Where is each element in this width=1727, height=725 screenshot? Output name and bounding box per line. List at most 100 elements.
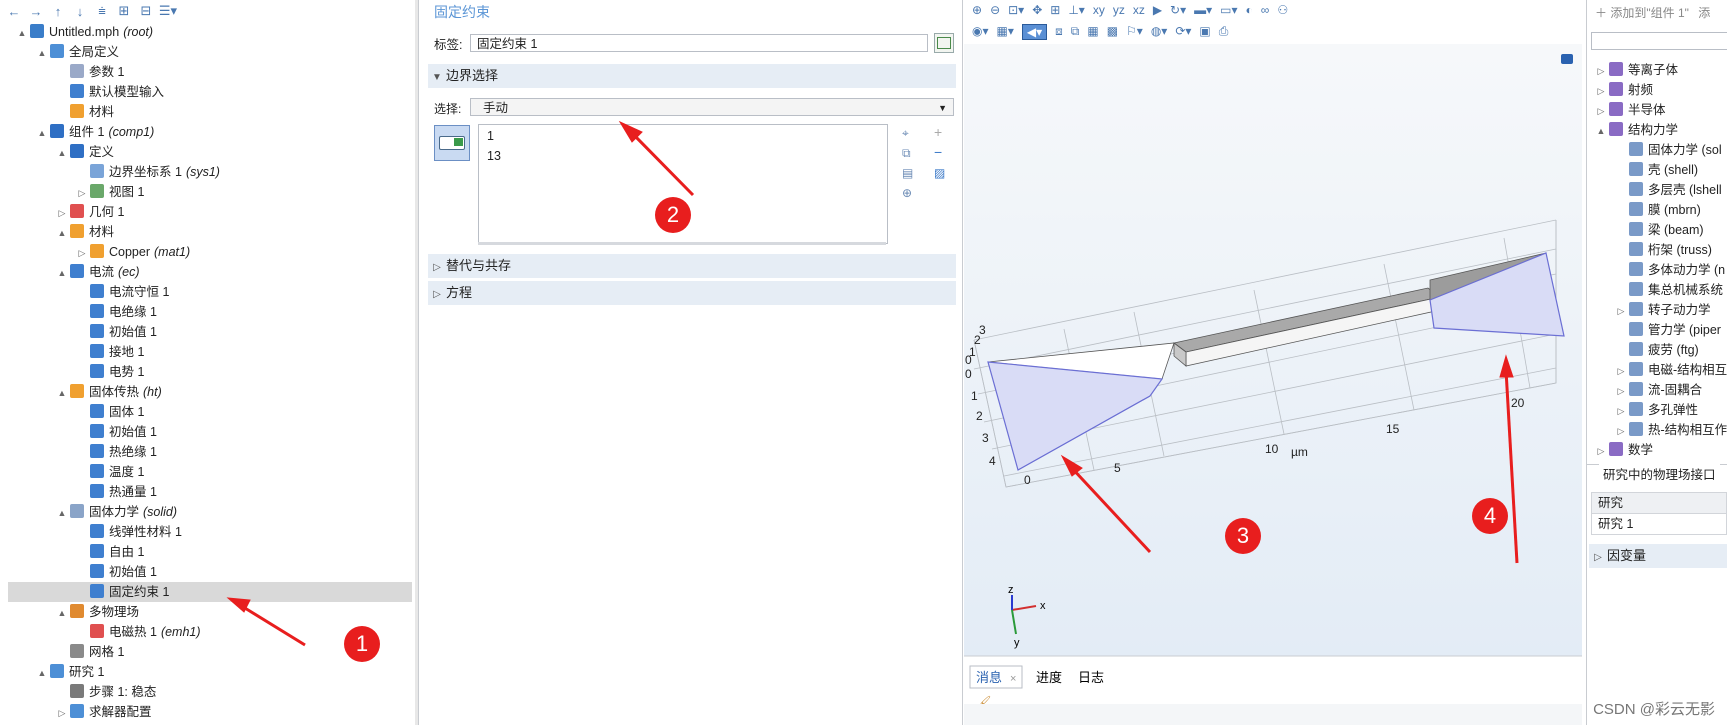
select-points-icon[interactable]: ⧉ xyxy=(1071,24,1080,40)
physics-item[interactable]: 壳 (shell) xyxy=(1615,160,1698,180)
tree-item[interactable]: 默认模型输入 xyxy=(0,82,412,102)
add-icon[interactable]: + xyxy=(934,124,942,140)
selection-list-scrollbar[interactable] xyxy=(478,242,886,245)
progress-tab[interactable]: 进度 xyxy=(1036,670,1062,685)
physics-item[interactable]: 管力学 (piper xyxy=(1615,320,1721,340)
physics-item[interactable]: ▷ 热-结构相互作 xyxy=(1615,420,1727,440)
select-edges-icon[interactable]: ⧈ xyxy=(1055,24,1063,40)
tree-item[interactable]: ▷ 视图 1 xyxy=(0,182,412,202)
override-section-header[interactable]: ▷ 替代与共存 xyxy=(428,254,956,278)
tree-item[interactable]: 电流守恒 1 xyxy=(0,282,412,302)
tree-item[interactable]: ▲ 组件 1 (comp1) xyxy=(0,122,412,142)
tree-item[interactable]: 线弹性材料 1 xyxy=(0,522,412,542)
tree-item[interactable]: 材料 xyxy=(0,102,412,122)
tree-item[interactable]: ▲ 全局定义 xyxy=(0,42,412,62)
physics-item[interactable]: ▷ 流-固耦合 xyxy=(1615,380,1702,400)
dependent-variables-header[interactable]: ▷ 因变量 xyxy=(1589,544,1727,568)
expand-arrow-icon[interactable]: ▷ xyxy=(1615,301,1627,321)
tree-scrollbar[interactable] xyxy=(415,0,418,725)
refresh-icon[interactable]: ⟳▾ xyxy=(1175,24,1191,40)
label-field[interactable]: 固定约束 1 xyxy=(470,34,928,52)
tree-item[interactable]: 步骤 1: 稳态 xyxy=(0,682,412,702)
physics-item[interactable]: ▷ 等离子体 xyxy=(1595,60,1678,80)
physics-item[interactable]: ▷ 数学 xyxy=(1595,440,1653,460)
expand-arrow-icon[interactable]: ▷ xyxy=(1615,381,1627,401)
select-icon[interactable]: ▭▾ xyxy=(1220,3,1237,17)
add-to-component-button[interactable]: ＋ 添加到"组件 1" 添 xyxy=(1595,4,1710,21)
back-arrow-icon[interactable]: ← xyxy=(6,3,22,19)
hide-icon[interactable]: ◉▾ xyxy=(972,24,989,40)
physics-item[interactable]: ▷ 半导体 xyxy=(1595,100,1666,120)
log-tab[interactable]: 日志 xyxy=(1078,670,1104,685)
move-up-icon[interactable]: ↑ xyxy=(50,3,66,19)
physics-item[interactable]: 梁 (beam) xyxy=(1615,220,1704,240)
view-xy-icon[interactable]: xy xyxy=(1093,3,1105,17)
physics-item[interactable]: ▷ 转子动力学 xyxy=(1615,300,1711,320)
selection-dropdown[interactable]: 手动 ▼ xyxy=(470,98,954,116)
select-box-icon[interactable]: ▩ xyxy=(1107,24,1118,40)
physics-item[interactable]: 桁架 (truss) xyxy=(1615,240,1712,260)
tree-item[interactable]: ▲ 定义 xyxy=(0,142,412,162)
select-all-icon[interactable]: ▦ xyxy=(1087,24,1098,40)
collapse-arrow-icon[interactable]: ▲ xyxy=(1595,121,1607,141)
collapse-arrow-icon[interactable]: ▲ xyxy=(56,383,68,403)
physics-item[interactable]: ▷ 射频 xyxy=(1595,80,1653,100)
expand-arrow-icon[interactable]: ▷ xyxy=(1595,61,1607,81)
close-icon[interactable]: × xyxy=(1010,673,1016,685)
paste-selection-icon[interactable]: ⌖ xyxy=(902,126,909,141)
view-xz-icon[interactable]: xz xyxy=(1133,3,1145,17)
expand-arrow-icon[interactable]: ▷ xyxy=(56,203,68,223)
collapse-arrow-icon[interactable]: ▲ xyxy=(16,23,28,43)
camera-view-icon[interactable]: ▶ xyxy=(1153,3,1162,17)
collapse-arrow-icon[interactable]: ▲ xyxy=(56,603,68,623)
zoom-extents-icon[interactable]: ✥ xyxy=(1032,3,1042,17)
tree-item[interactable]: ▲ 电流 (ec) xyxy=(0,262,412,282)
tree-item[interactable]: ▲ Untitled.mph (root) xyxy=(0,22,412,42)
tree-item[interactable]: 固体 1 xyxy=(0,402,412,422)
tree-item[interactable]: 电绝缘 1 xyxy=(0,302,412,322)
physics-item[interactable]: ▷ 电磁-结构相互 xyxy=(1615,360,1727,380)
physics-item[interactable]: 疲劳 (ftg) xyxy=(1615,340,1699,360)
activate-selection-toggle[interactable] xyxy=(434,125,470,161)
forward-arrow-icon[interactable]: → xyxy=(28,3,44,19)
physics-search-input[interactable] xyxy=(1591,32,1727,50)
tree-item[interactable]: ▲ 多物理场 xyxy=(0,602,412,622)
render-icon[interactable]: ▬▾ xyxy=(1194,3,1212,17)
tree-item[interactable]: 接地 1 xyxy=(0,342,412,362)
tree-item[interactable]: 固定约束 1 xyxy=(8,582,412,602)
reset-hiding-icon[interactable]: ⚐▾ xyxy=(1126,24,1143,40)
tree-item[interactable]: ▲ 材料 xyxy=(0,222,412,242)
expand-icon[interactable]: ⊞ xyxy=(116,3,132,19)
tree-item[interactable]: 热通量 1 xyxy=(0,482,412,502)
collapse-arrow-icon[interactable]: ▲ xyxy=(56,223,68,243)
tree-item[interactable]: 参数 1 xyxy=(0,62,412,82)
tree-item[interactable]: 电势 1 xyxy=(0,362,412,382)
collapse-arrow-icon[interactable]: ▲ xyxy=(36,123,48,143)
print-icon[interactable]: ⎙ xyxy=(1219,24,1229,40)
select-boundaries-icon[interactable]: ◀▾ xyxy=(1021,24,1048,40)
physics-item[interactable]: 多体动力学 (n xyxy=(1615,260,1725,280)
physics-item[interactable]: 固体力学 (sol xyxy=(1615,140,1722,160)
zoom-selected-icon[interactable]: ⊞ xyxy=(1050,3,1060,17)
zoom-in-icon[interactable]: ⊕ xyxy=(972,3,982,17)
tree-item[interactable]: 温度 1 xyxy=(0,462,412,482)
view-yz-icon[interactable]: yz xyxy=(1113,3,1125,17)
physics-item[interactable]: 集总机械系统 xyxy=(1615,280,1723,300)
clear-selection-icon[interactable]: ▨ xyxy=(934,166,945,180)
remove-icon[interactable]: − xyxy=(934,144,942,160)
expand-arrow-icon[interactable]: ▷ xyxy=(76,243,88,263)
expand-arrow-icon[interactable]: ▷ xyxy=(56,703,68,723)
scene-light-icon[interactable]: ◐ xyxy=(1246,3,1253,17)
zoom-box-icon[interactable]: ⊡▾ xyxy=(1008,3,1024,17)
zoom-to-selection-icon[interactable]: ⊕ xyxy=(902,186,912,200)
tree-item[interactable]: 热绝缘 1 xyxy=(0,442,412,462)
clear-selection-graphics-icon[interactable]: ◍▾ xyxy=(1151,24,1168,40)
transparency-icon[interactable]: ⚇ xyxy=(1277,3,1288,17)
tree-item[interactable]: ▲ 研究 1 xyxy=(0,662,412,682)
collapse-arrow-icon[interactable]: ▲ xyxy=(36,663,48,683)
physics-item[interactable]: ▷ 多孔弹性 xyxy=(1615,400,1698,420)
collapse-arrow-icon[interactable]: ▲ xyxy=(56,143,68,163)
tree-item[interactable]: 初始值 1 xyxy=(0,422,412,442)
equation-section-header[interactable]: ▷ 方程 xyxy=(428,281,956,305)
zoom-out-icon[interactable]: ⊖ xyxy=(990,3,1000,17)
